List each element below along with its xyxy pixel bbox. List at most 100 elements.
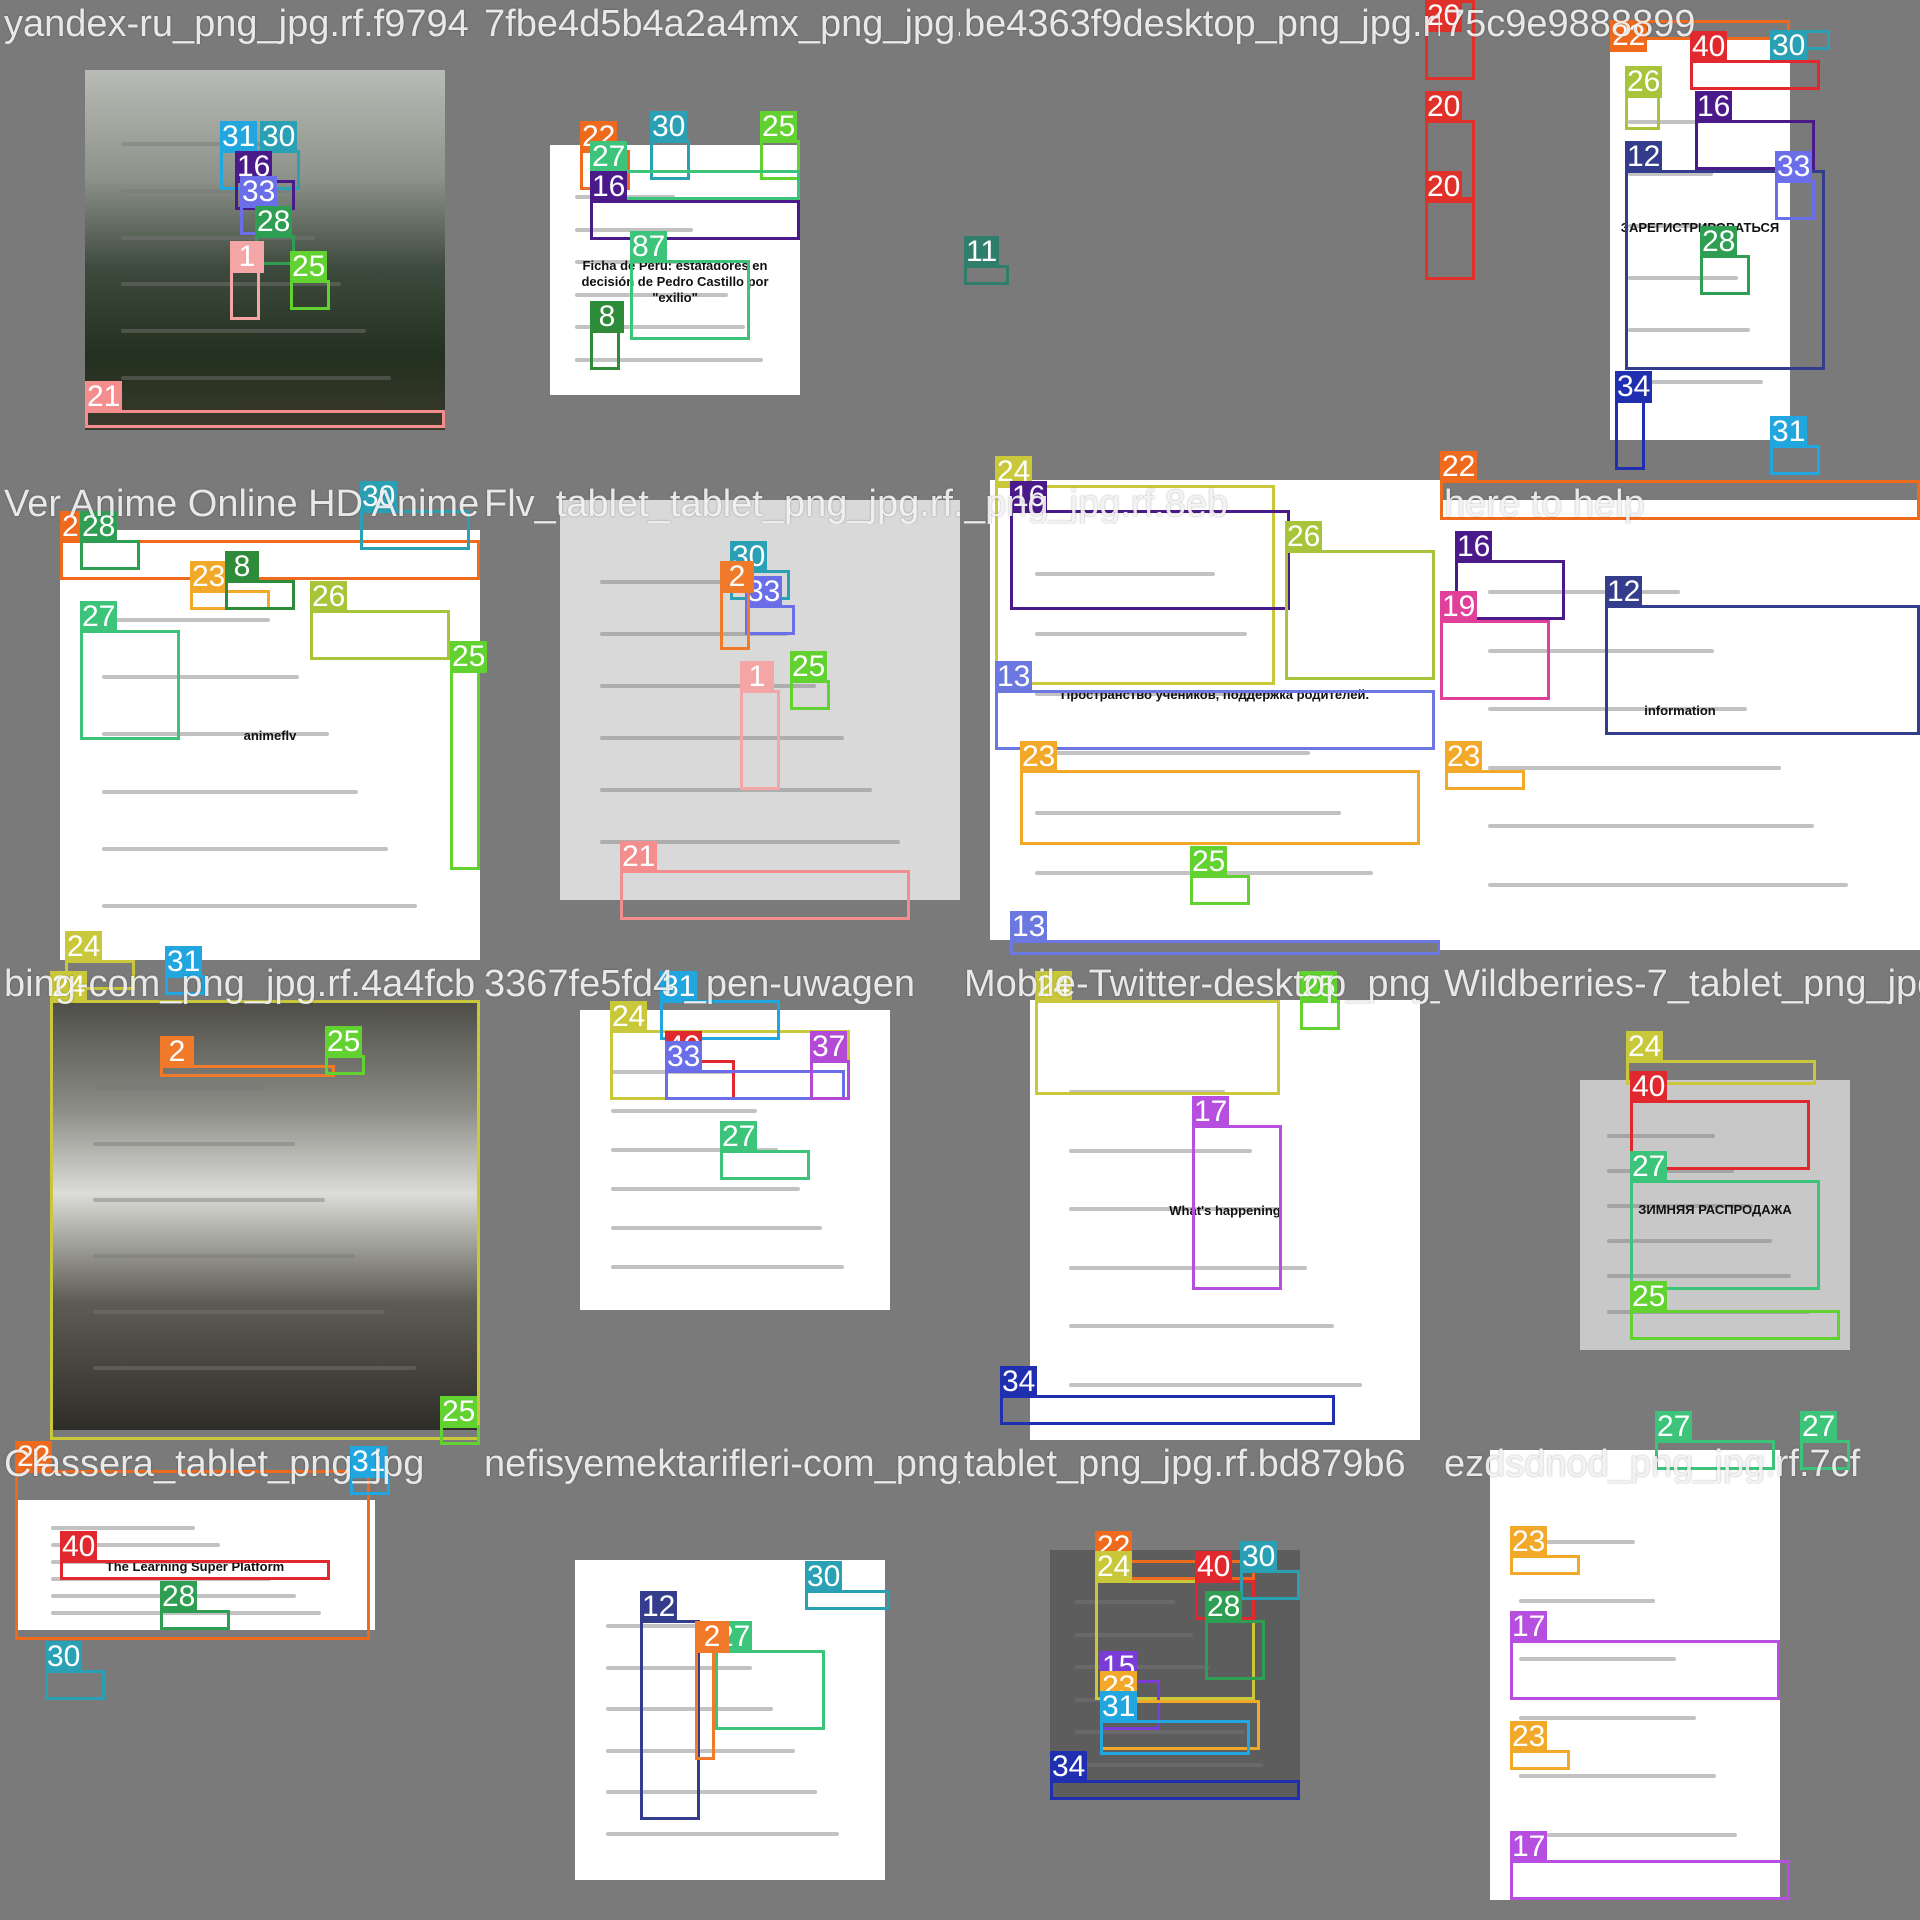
class-label: 27: [80, 600, 118, 633]
detection-box: 27: [1630, 1151, 1820, 1290]
tile-filename: tablet_png_jpg.rf.bd879b6: [964, 1444, 1406, 1484]
class-label: 12: [640, 1590, 678, 1623]
class-label: 24: [610, 1000, 648, 1033]
detection-box: 23: [1445, 741, 1525, 790]
class-label: 25: [450, 640, 488, 673]
text-line-placeholder: [1519, 1598, 1656, 1603]
tile-filename: here to help: [1444, 484, 1645, 524]
class-label: 27: [720, 1120, 758, 1153]
text-line-placeholder: [1488, 765, 1781, 770]
detection-box: 28: [160, 1581, 230, 1630]
class-label: 2: [720, 561, 754, 593]
detection-box: 11: [964, 236, 1009, 285]
detection-box: 16: [590, 171, 800, 240]
text-line-placeholder: [1035, 751, 1310, 756]
detection-box: 33: [745, 576, 795, 635]
class-label: 1: [740, 661, 774, 693]
class-label: 30: [650, 110, 688, 143]
detection-box: 25: [1190, 846, 1250, 905]
text-line-placeholder: [1488, 882, 1848, 887]
class-label: 28: [160, 1580, 198, 1613]
detection-box: 30: [45, 1641, 105, 1700]
detection-box: 27: [720, 1121, 810, 1180]
class-label: 23: [1445, 740, 1483, 773]
detection-box: 17: [1510, 1611, 1780, 1700]
text-line-placeholder: [600, 788, 872, 792]
tile-filename: ezdsdnod_png_jpg.rf.7cf: [1444, 1444, 1861, 1484]
detection-box: 17: [1510, 1831, 1790, 1900]
class-label: 24: [65, 930, 103, 963]
tile-filename: Classera_tablet_png_jpg: [4, 1444, 425, 1484]
detection-box: 25: [1300, 971, 1340, 1030]
class-label: 33: [1775, 150, 1813, 183]
class-label: 28: [1700, 225, 1738, 258]
class-label: 2: [695, 1621, 729, 1653]
class-label: 21: [620, 840, 658, 873]
detection-box: 27: [715, 1621, 825, 1730]
class-label: 25: [760, 110, 798, 143]
class-label: 12: [1625, 140, 1663, 173]
class-label: 1: [230, 241, 264, 273]
detection-box: 1: [230, 241, 264, 320]
detection-box: 20: [1425, 171, 1475, 280]
text-line-placeholder: [1075, 1762, 1263, 1767]
class-label: 25: [1630, 1280, 1668, 1313]
text-line-placeholder: [611, 1226, 822, 1230]
class-label: 40: [1630, 1070, 1668, 1103]
detection-box: 31: [1770, 416, 1820, 475]
detection-box: 13: [995, 661, 1435, 750]
class-label: 25: [790, 650, 828, 683]
class-label: 12: [1605, 575, 1643, 608]
detection-box: 24: [1035, 971, 1280, 1095]
detection-box: 34: [1000, 1366, 1335, 1425]
tile-filename: 75c9e9888899: [1444, 4, 1696, 44]
class-label: 33: [240, 175, 278, 208]
detection-box: 19: [1440, 591, 1550, 700]
class-label: 16: [590, 170, 628, 203]
detection-box: 28: [80, 511, 140, 570]
tile-filename: Ver Anime Online HD Anime Flv: [4, 484, 480, 524]
text-line-placeholder: [102, 846, 388, 851]
class-label: 22: [1440, 450, 1478, 483]
class-label: 23: [1510, 1525, 1548, 1558]
text-line-placeholder: [1519, 1832, 1737, 1837]
class-label: 34: [1050, 1750, 1088, 1783]
detection-box: 12: [1605, 576, 1920, 735]
class-label: 26: [1625, 65, 1663, 98]
detection-box: 24: [50, 971, 480, 1440]
class-label: 17: [1510, 1830, 1548, 1863]
tile-filename: 7fbe4d5b4a2a4mx_png_jpg.rf.be4363f9d9e: [484, 4, 960, 44]
detection-box: 16: [1010, 481, 1290, 610]
class-label: 30: [45, 1640, 83, 1673]
tile-filename: yandex-ru_png_jpg.rf.f9794: [4, 4, 469, 44]
class-label: 16: [1455, 530, 1493, 563]
class-label: 23: [1020, 740, 1058, 773]
detection-box: 34: [1615, 371, 1653, 470]
detection-box: 17: [1192, 1096, 1282, 1290]
class-label: 30: [1240, 1540, 1278, 1573]
mosaic-tile: Ficha de Perú: estafadores en decisión d…: [480, 0, 960, 480]
text-line-placeholder: [611, 1265, 844, 1269]
class-label: 17: [1510, 1610, 1548, 1643]
class-label: 28: [255, 205, 293, 238]
text-line-placeholder: [1519, 1774, 1717, 1778]
detection-box: 12: [640, 1591, 700, 1820]
detection-box: 34: [1050, 1751, 1300, 1800]
class-label: 25: [290, 250, 328, 283]
detection-box: 21: [620, 841, 910, 920]
detection-box: 2: [720, 561, 754, 650]
detection-box: 40: [1690, 31, 1820, 90]
detection-box: 28: [1700, 226, 1750, 295]
class-label: 8: [225, 551, 259, 583]
text-line-placeholder: [1069, 1324, 1335, 1328]
detection-box: 26: [1625, 66, 1663, 130]
class-label: 27: [590, 140, 628, 173]
text-line-placeholder: [611, 1109, 757, 1113]
class-label: 19: [1440, 590, 1478, 623]
class-label: 37: [810, 1030, 848, 1063]
class-label: 17: [1192, 1095, 1230, 1128]
detection-box: 23: [1510, 1526, 1580, 1575]
detection-mosaic: yandex-ru_png_jpg.rf.f9794 Ficha de Perú:…: [0, 0, 1920, 1920]
text-line-placeholder: [611, 1187, 801, 1191]
class-label: 30: [805, 1560, 843, 1593]
